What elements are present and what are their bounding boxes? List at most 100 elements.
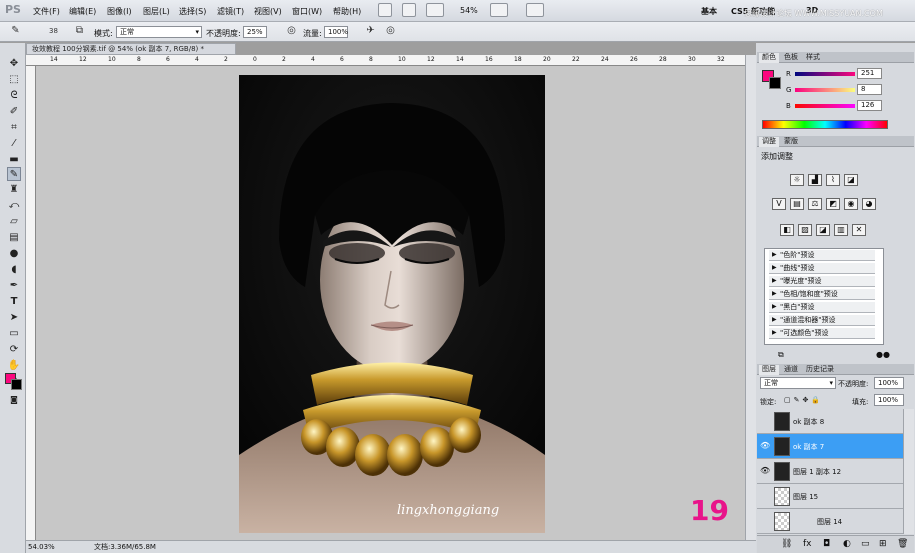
brush-panel-icon[interactable]: ⧉ xyxy=(72,24,87,39)
new-layer-icon[interactable]: ⊞ xyxy=(879,539,887,549)
color-background-swatch[interactable] xyxy=(769,77,781,89)
document-image[interactable]: lingxhonggiang xyxy=(239,75,545,533)
lock-icons[interactable]: ▢✎✥🔒 xyxy=(784,396,823,404)
brush-tool-preset-icon[interactable]: ✎ xyxy=(8,24,23,39)
visibility-toggle[interactable] xyxy=(760,516,770,526)
zoom-level[interactable]: 54% xyxy=(460,6,478,15)
photo-filter-icon[interactable]: ◉ xyxy=(844,198,858,210)
color-balance-icon[interactable]: ⚖ xyxy=(808,198,822,210)
preset-exposure[interactable]: ▶ "曝光度"预设 xyxy=(769,276,875,287)
gradient-tool-icon[interactable]: ▤ xyxy=(7,231,21,245)
hue-saturation-icon[interactable]: ▤ xyxy=(790,198,804,210)
menu-help[interactable]: 帮助(H) xyxy=(333,6,361,17)
dodge-tool-icon[interactable]: ◖ xyxy=(7,263,21,277)
eye-icon[interactable]: 👁 xyxy=(760,441,770,451)
type-tool-icon[interactable]: T xyxy=(7,295,21,309)
brightness-contrast-icon[interactable]: ☼ xyxy=(790,174,804,186)
crop-tool-icon[interactable]: ⌗ xyxy=(7,121,21,135)
history-brush-icon[interactable]: ⤺ xyxy=(7,199,21,213)
tab-styles[interactable]: 样式 xyxy=(803,53,823,63)
preset-black-white[interactable]: ▶ "黑白"预设 xyxy=(769,302,875,313)
new-adjustment-icon[interactable]: ◐ xyxy=(843,539,851,549)
levels-icon[interactable]: ▟ xyxy=(808,174,822,186)
hand-tool-icon[interactable]: ✋ xyxy=(7,359,21,373)
tab-color[interactable]: 颜色 xyxy=(759,53,779,63)
zoom-status[interactable]: 54.03% xyxy=(28,541,55,553)
layer-row[interactable]: 图层 14 xyxy=(757,509,903,534)
menu-window[interactable]: 窗口(W) xyxy=(292,6,322,17)
color-spectrum-ramp[interactable] xyxy=(762,120,888,129)
red-value[interactable]: 251 xyxy=(857,68,882,79)
visibility-toggle[interactable] xyxy=(760,416,770,426)
path-selection-icon[interactable]: ➤ xyxy=(7,311,21,325)
quick-mask-icon[interactable]: ◙ xyxy=(7,393,21,407)
green-slider[interactable] xyxy=(795,88,855,92)
black-white-icon[interactable]: ◩ xyxy=(826,198,840,210)
lasso-tool-icon[interactable]: ᘓ xyxy=(7,89,21,103)
menu-image[interactable]: 图像(I) xyxy=(107,6,132,17)
menu-select[interactable]: 选择(S) xyxy=(179,6,206,17)
layers-scrollbar[interactable] xyxy=(903,409,914,534)
document-tab[interactable]: 妆效教程 100分钢素.tif @ 54% (ok 副本 7, RGB/8) * xyxy=(26,43,236,55)
exposure-icon[interactable]: ◪ xyxy=(844,174,858,186)
quick-select-icon[interactable]: ✐ xyxy=(7,105,21,119)
vibrance-icon[interactable]: V xyxy=(772,198,786,210)
healing-brush-icon[interactable]: ▬ xyxy=(7,153,21,167)
tab-layers[interactable]: 图层 xyxy=(759,365,779,375)
blur-tool-icon[interactable]: ● xyxy=(7,247,21,261)
marquee-tool-icon[interactable]: ⬚ xyxy=(7,73,21,87)
blue-value[interactable]: 126 xyxy=(857,100,882,111)
fill-input[interactable]: 100% xyxy=(874,394,904,406)
layer-style-icon[interactable]: fx xyxy=(803,539,812,549)
menu-view[interactable]: 视图(V) xyxy=(254,6,282,17)
layer-row[interactable]: 👁 图层 1 副本 12 xyxy=(757,459,903,484)
pressure-opacity-icon[interactable]: ◎ xyxy=(284,24,299,39)
panel-options-icon[interactable]: ●● xyxy=(876,350,890,359)
tab-masks[interactable]: 蒙版 xyxy=(781,137,801,147)
layer-row-selected[interactable]: 👁 ok 副本 7 xyxy=(757,434,903,459)
visibility-toggle[interactable] xyxy=(760,491,770,501)
posterize-icon[interactable]: ▨ xyxy=(798,224,812,236)
menu-edit[interactable]: 编辑(E) xyxy=(69,6,96,17)
preset-channel-mixer[interactable]: ▶ "通道混和器"预设 xyxy=(769,315,875,326)
preset-levels[interactable]: ▶ "色阶"预设 xyxy=(769,250,875,261)
tab-swatches[interactable]: 色板 xyxy=(781,53,801,63)
add-mask-icon[interactable]: ◘ xyxy=(823,539,830,549)
eyedropper-icon[interactable]: ⁄ xyxy=(7,137,21,151)
shape-tool-icon[interactable]: ▭ xyxy=(7,327,21,341)
curves-icon[interactable]: ⌇ xyxy=(826,174,840,186)
eraser-tool-icon[interactable]: ▱ xyxy=(7,215,21,229)
preset-selective-color[interactable]: ▶ "可选颜色"预设 xyxy=(769,328,875,339)
delete-layer-icon[interactable]: 🗑 xyxy=(897,539,908,549)
flow-input[interactable]: 100% xyxy=(324,26,348,38)
preset-curves[interactable]: ▶ "曲线"预设 xyxy=(769,263,875,274)
gradient-map-icon[interactable]: ▥ xyxy=(834,224,848,236)
tab-channels[interactable]: 通道 xyxy=(781,365,801,375)
brush-tool-icon[interactable]: ✎ xyxy=(7,167,21,181)
move-tool-icon[interactable]: ✥ xyxy=(7,57,21,71)
clone-stamp-icon[interactable]: ♜ xyxy=(7,183,21,197)
hand-tool-button[interactable] xyxy=(490,3,508,17)
preset-hue-saturation[interactable]: ▶ "色相/饱和度"预设 xyxy=(769,289,875,300)
layer-row[interactable]: 图层 15 xyxy=(757,484,903,509)
tab-history[interactable]: 历史记录 xyxy=(803,365,837,375)
red-slider[interactable] xyxy=(795,72,855,76)
blue-slider[interactable] xyxy=(795,104,855,108)
minibridge-button[interactable] xyxy=(402,3,416,17)
invert-icon[interactable]: ◧ xyxy=(780,224,794,236)
bridge-button[interactable] xyxy=(378,3,392,17)
menu-file[interactable]: 文件(F) xyxy=(33,6,60,17)
eye-icon[interactable]: 👁 xyxy=(760,466,770,476)
layer-blend-mode-select[interactable]: 正常 ▾ xyxy=(760,377,836,389)
3d-rotate-icon[interactable]: ⟳ xyxy=(7,343,21,357)
layer-opacity-input[interactable]: 100% xyxy=(874,377,904,389)
pen-tool-icon[interactable]: ✒ xyxy=(7,279,21,293)
tab-adjustments[interactable]: 调整 xyxy=(759,137,779,147)
canvas-vertical-scrollbar[interactable] xyxy=(745,55,756,540)
green-value[interactable]: 8 xyxy=(857,84,882,95)
clip-to-layer-icon[interactable]: ⧉ xyxy=(778,350,784,360)
channel-mixer-icon[interactable]: ◕ xyxy=(862,198,876,210)
arrange-documents-button[interactable] xyxy=(526,3,544,17)
layer-row[interactable]: ok 副本 8 xyxy=(757,409,903,434)
menu-filter[interactable]: 滤镜(T) xyxy=(217,6,244,17)
